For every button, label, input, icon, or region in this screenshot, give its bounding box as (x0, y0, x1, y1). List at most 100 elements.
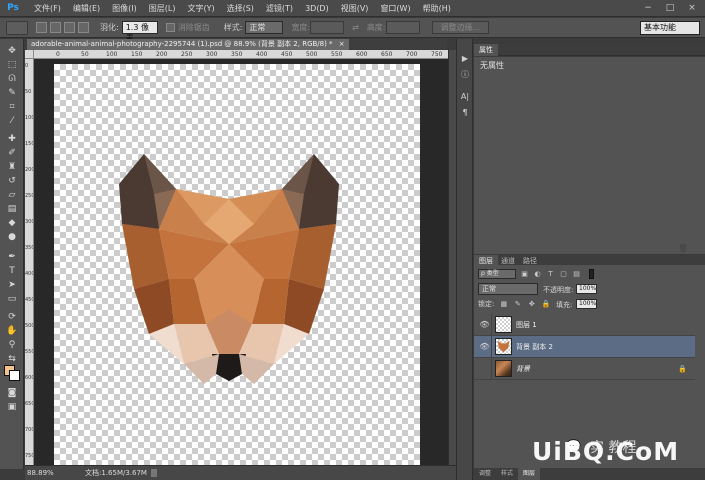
ruler-tick-label: 750 (25, 453, 34, 459)
dodge-tool-icon[interactable]: ● (5, 231, 19, 243)
document-canvas[interactable] (54, 64, 420, 465)
zoom-tool-icon[interactable]: ⚲ (5, 339, 19, 351)
layer-row-3[interactable]: 背景 🔒 (474, 358, 695, 380)
vertical-ruler: 0 50 100 150 200 250 300 350 400 450 500 550 600 650 7… (25, 59, 34, 465)
path-select-tool-icon[interactable]: ➤ (5, 279, 19, 291)
antialias-checkbox[interactable] (165, 23, 175, 32)
canvas-area[interactable] (34, 59, 448, 465)
crop-tool-icon[interactable]: ⌗ (5, 101, 19, 113)
ruler-origin[interactable] (25, 50, 34, 59)
subtract-selection-icon[interactable] (64, 22, 75, 33)
document-tab[interactable]: adorable-animal-animal-photography-22957… (27, 39, 349, 50)
marquee-tool-icon[interactable]: ⬚ (5, 59, 19, 71)
feather-input[interactable]: 1.3 像素 (121, 21, 158, 43)
swap-icon[interactable]: ⇄ (352, 23, 359, 32)
layer-row-1[interactable]: 👁 图层 1 (474, 314, 695, 336)
layer-name[interactable]: 背景 副本 2 (516, 336, 553, 358)
style-select[interactable]: 正常 (245, 21, 284, 34)
style-label: 样式: (223, 23, 243, 32)
maximize-button[interactable]: □ (659, 0, 681, 17)
3d-rotate-tool-icon[interactable]: ⟳ (5, 311, 19, 323)
brush-tool-icon[interactable]: ✐ (5, 147, 19, 159)
quick-mask-icon[interactable]: ◙ (5, 387, 19, 399)
move-tool-icon[interactable]: ✥ (5, 45, 19, 57)
hand-tool-icon[interactable]: ✋ (5, 325, 19, 337)
close-document-icon[interactable]: × (339, 40, 345, 48)
shape-filter-icon[interactable]: ▢ (559, 270, 568, 279)
menu-type[interactable]: 文字(Y) (181, 3, 220, 14)
eyedropper-tool-icon[interactable]: ⁄ (5, 115, 19, 127)
trash-icon[interactable]: 🗑 (678, 244, 688, 253)
eye-icon-hidden[interactable] (478, 358, 492, 380)
healing-brush-tool-icon[interactable]: ✚ (5, 133, 19, 145)
paragraph-icon[interactable]: ¶ (459, 107, 471, 119)
history-brush-tool-icon[interactable]: ↺ (5, 175, 19, 187)
background-color-swatch[interactable] (9, 370, 20, 381)
quick-select-tool-icon[interactable]: ✎ (5, 87, 19, 99)
type-filter-icon[interactable]: T (546, 270, 555, 279)
tab-styles[interactable]: 样式 (496, 468, 518, 480)
screen-mode-icon[interactable]: ▣ (5, 401, 19, 413)
smart-object-filter-icon[interactable]: ▤ (572, 270, 581, 279)
fill-input[interactable]: 100% (576, 299, 597, 309)
pen-tool-icon[interactable]: ✒ (5, 251, 19, 263)
menu-select[interactable]: 选择(S) (221, 3, 260, 14)
menu-layer[interactable]: 图层(L) (143, 3, 182, 14)
menu-image[interactable]: 图像(I) (106, 3, 143, 14)
character-icon[interactable]: A| (459, 91, 471, 103)
blur-tool-icon[interactable]: ◆ (5, 217, 19, 229)
tab-adjustments[interactable]: 调整 (474, 468, 496, 480)
refine-edge-button[interactable]: 调整边缘... (431, 21, 490, 34)
ruler-tick-label: 500 (306, 51, 318, 58)
vertical-scrollbar[interactable] (448, 50, 456, 465)
minimize-button[interactable]: − (637, 0, 659, 17)
menu-filter[interactable]: 滤镜(T) (260, 3, 299, 14)
clone-stamp-tool-icon[interactable]: ♜ (5, 161, 19, 173)
type-tool-icon[interactable]: T (5, 265, 19, 277)
width-input[interactable] (310, 21, 345, 34)
tool-preset-picker[interactable] (6, 20, 28, 35)
blend-mode-select[interactable]: 正常 (478, 283, 538, 295)
swap-colors-icon[interactable]: ⇆ (5, 353, 19, 365)
menu-help[interactable]: 帮助(H) (417, 3, 457, 14)
eye-icon[interactable]: 👁 (478, 314, 492, 336)
intersect-selection-icon[interactable] (78, 22, 89, 33)
eraser-tool-icon[interactable]: ▱ (5, 189, 19, 201)
workspace-select[interactable]: 基本功能 (640, 21, 700, 35)
play-action-icon[interactable]: ▶ (459, 53, 471, 65)
layer-name[interactable]: 背景 (516, 358, 530, 380)
filter-toggle[interactable] (589, 269, 594, 279)
lock-all-icon[interactable]: 🔒 (541, 300, 551, 309)
lasso-tool-icon[interactable]: ᘏ (5, 73, 19, 85)
tab-properties[interactable]: 属性 (474, 44, 498, 56)
status-menu-arrow-icon[interactable] (150, 469, 157, 477)
layer-kind-select[interactable]: ρ 类型 (478, 269, 516, 279)
layer-name[interactable]: 图层 1 (516, 314, 537, 336)
tab-layers-bottom[interactable]: 图层 (518, 468, 541, 480)
ruler-tick-label: 0 (25, 63, 29, 69)
menu-3d[interactable]: 3D(D) (299, 4, 335, 13)
menu-view[interactable]: 视图(V) (335, 3, 375, 14)
add-selection-icon[interactable] (50, 22, 61, 33)
info-icon[interactable]: ⓘ (459, 69, 471, 81)
menu-file[interactable]: 文件(F) (28, 3, 67, 14)
feather-label: 羽化: (100, 23, 119, 32)
gradient-tool-icon[interactable]: ▤ (5, 203, 19, 215)
zoom-level[interactable]: 88.89% (25, 469, 55, 477)
adjustment-filter-icon[interactable]: ◐ (533, 270, 542, 279)
height-input[interactable] (385, 21, 420, 34)
ruler-tick-label: 300 (206, 51, 218, 58)
opacity-input[interactable]: 100% (576, 284, 597, 294)
lock-image-icon[interactable]: ✎ (513, 300, 522, 309)
layer-row-2[interactable]: 👁 背景 副本 2 (474, 336, 695, 358)
menu-window[interactable]: 窗口(W) (374, 3, 416, 14)
eye-icon[interactable]: 👁 (478, 336, 492, 358)
close-button[interactable]: × (681, 0, 703, 17)
lock-position-icon[interactable]: ✥ (527, 300, 536, 309)
new-selection-icon[interactable] (36, 22, 47, 33)
fill-label: 填充: (556, 301, 573, 309)
lock-transparent-icon[interactable]: ▦ (499, 300, 508, 309)
menu-edit[interactable]: 编辑(E) (67, 3, 106, 14)
pixel-filter-icon[interactable]: ▣ (520, 270, 529, 279)
shape-tool-icon[interactable]: ▭ (5, 293, 19, 305)
